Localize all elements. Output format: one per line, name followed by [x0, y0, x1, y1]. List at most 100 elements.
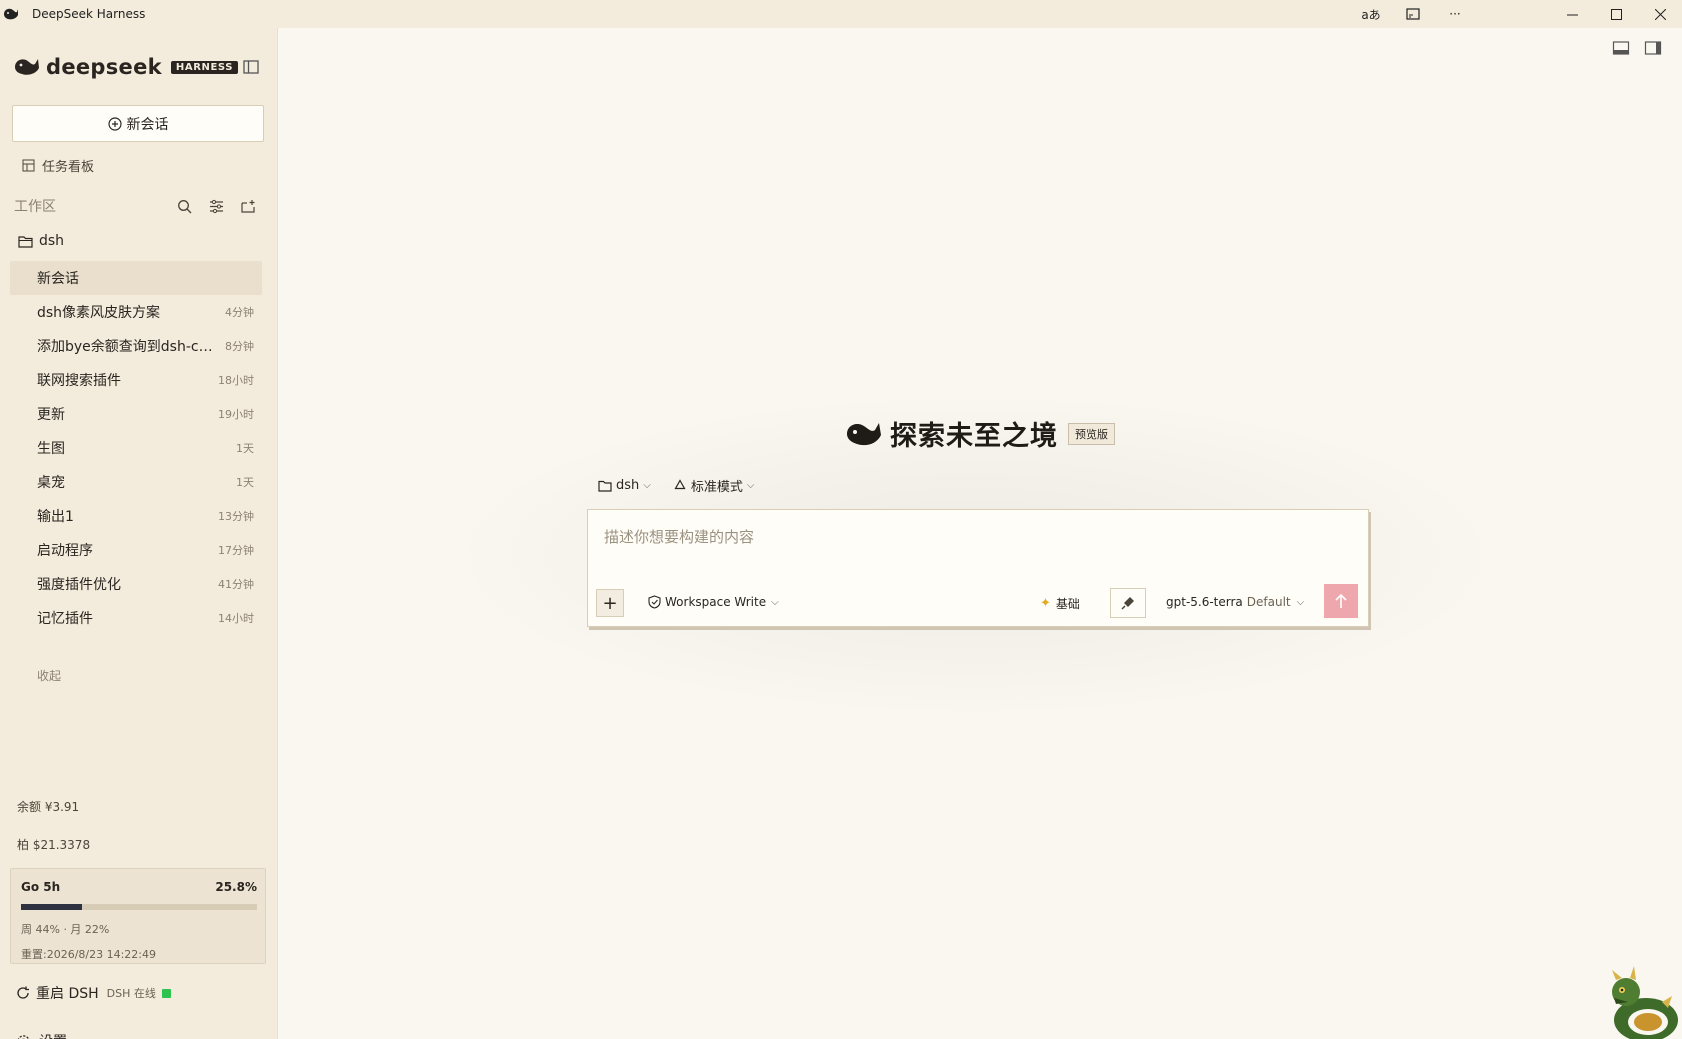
restart-label: 重启 DSH: [36, 986, 99, 1002]
session-item[interactable]: dsh像素风皮肤方案 4分钟: [10, 295, 262, 329]
taskboard-link[interactable]: 任务看板: [22, 156, 94, 175]
usage-reset: 重置:2026/8/23 14:22:49: [21, 948, 157, 961]
session-time: 19小时: [218, 408, 254, 421]
sparkle-icon: ✦: [1040, 596, 1051, 611]
permission-label: Workspace Write: [665, 595, 767, 609]
session-time: 1天: [236, 442, 254, 455]
hero: 探索未至之境 预览版: [846, 414, 1115, 453]
taskboard-label: 任务看板: [42, 160, 95, 175]
cast-icon[interactable]: [1392, 0, 1434, 28]
minimize-button[interactable]: [1550, 0, 1594, 28]
bottom-panel-toggle-icon[interactable]: [1612, 40, 1630, 56]
chevron-down-icon: ⌵: [746, 480, 755, 491]
window-title: DeepSeek Harness: [32, 7, 146, 21]
session-item[interactable]: 输出1 13分钟: [10, 499, 262, 533]
session-time: 41分钟: [218, 578, 254, 591]
title-bar: DeepSeek Harness aあ ···: [0, 0, 1682, 28]
collapse-list-link[interactable]: 收起: [37, 667, 61, 684]
session-time: 8分钟: [225, 340, 254, 353]
mic-button[interactable]: [1110, 588, 1146, 618]
add-attachment-button[interactable]: +: [596, 589, 624, 617]
session-item[interactable]: 更新 19小时: [10, 397, 262, 431]
session-title: 桌宠: [37, 475, 65, 491]
session-time: 13分钟: [218, 510, 254, 523]
session-title: 记忆插件: [37, 611, 93, 627]
more-icon[interactable]: ···: [1434, 0, 1476, 28]
settings-label: 设置: [39, 1031, 67, 1039]
session-item[interactable]: 生图 1天: [10, 431, 262, 465]
session-title: 联网搜索插件: [37, 373, 121, 389]
board-icon: [22, 159, 35, 172]
arrow-up-icon: [1335, 593, 1347, 608]
mode-selector[interactable]: 标准模式 ⌵: [673, 476, 755, 495]
usage-progress-fill: [21, 904, 82, 910]
brand-name: deepseek: [46, 55, 162, 79]
session-time: 4分钟: [225, 306, 254, 319]
session-item[interactable]: 启动程序 17分钟: [10, 533, 262, 567]
settings-button[interactable]: 设置: [16, 1031, 67, 1039]
close-button[interactable]: [1638, 0, 1682, 28]
status-indicator: [161, 988, 171, 998]
new-chat-button[interactable]: 新会话: [12, 105, 264, 142]
prompt-input[interactable]: 描述你想要构建的内容: [604, 526, 754, 547]
session-time: 17分钟: [218, 544, 254, 557]
sidebar: deepseek HARNESS 新会话 任务看板 工作区 dsh 新会话 ds…: [0, 28, 278, 1039]
base-toggle[interactable]: ✦ 基础: [1040, 595, 1080, 612]
session-item[interactable]: 添加bye余额查询到dsh-co… 8分钟: [10, 329, 262, 363]
whale-logo-icon: [847, 422, 881, 445]
session-item[interactable]: 联网搜索插件 18小时: [10, 363, 262, 397]
session-title: dsh像素风皮肤方案: [37, 305, 161, 321]
session-title: 添加bye余额查询到dsh-co…: [37, 339, 219, 355]
hero-title: 探索未至之境: [890, 421, 1058, 452]
preview-badge: 预览版: [1068, 422, 1115, 445]
chevron-down-icon: ⌵: [1296, 596, 1305, 608]
chevron-down-icon: ⌵: [643, 480, 651, 491]
usage-card: Go 5h 25.8% 周 44% · 月 22% 重置:2026/8/23 1…: [10, 868, 266, 964]
workspace-header: 工作区: [14, 194, 264, 218]
permission-selector[interactable]: Workspace Write ⌵: [648, 595, 779, 609]
session-title: 新会话: [37, 271, 79, 287]
dragon-mascot-icon[interactable]: [1606, 962, 1682, 1039]
folder-icon: [598, 480, 612, 492]
usage-percent: 25.8%: [215, 880, 257, 894]
model-selector[interactable]: gpt-5.6-terra Default ⌵: [1166, 595, 1304, 609]
restart-button[interactable]: 重启 DSH DSH 在线: [16, 983, 171, 1003]
search-icon[interactable]: [168, 194, 200, 218]
mode-selector-label: 标准模式: [690, 480, 743, 495]
status-text: DSH 在线: [106, 987, 156, 1000]
session-title: 生图: [37, 441, 65, 457]
maximize-button[interactable]: [1594, 0, 1638, 28]
sidebar-toggle-icon[interactable]: [242, 58, 260, 76]
translate-icon[interactable]: aあ: [1350, 0, 1392, 28]
composer: 描述你想要构建的内容 + Workspace Write ⌵ ✦ 基础 gpt-…: [587, 509, 1369, 627]
gear-icon: [17, 1034, 30, 1039]
filter-icon[interactable]: [200, 194, 232, 218]
model-mode: Default: [1246, 595, 1291, 609]
chevron-down-icon: ⌵: [771, 596, 779, 608]
balance-text: 余额 ¥3.91: [17, 800, 80, 814]
workspace-label: 工作区: [14, 199, 56, 215]
session-title: 启动程序: [37, 543, 93, 559]
workspace-folder[interactable]: dsh: [18, 233, 64, 249]
session-title: 输出1: [37, 509, 74, 525]
session-time: 18小时: [218, 374, 254, 387]
folder-selector[interactable]: dsh ⌵: [598, 478, 651, 493]
app-whale-icon: [2, 5, 20, 23]
recycle-icon: [674, 478, 686, 489]
session-item[interactable]: 记忆插件 14小时: [10, 601, 262, 635]
right-panel-toggle-icon[interactable]: [1644, 40, 1662, 56]
shield-icon: [648, 595, 661, 609]
session-time: 14小时: [218, 612, 254, 625]
session-item[interactable]: 桌宠 1天: [10, 465, 262, 499]
whale-logo-icon: [15, 59, 39, 75]
session-item[interactable]: 新会话: [10, 261, 262, 295]
send-button[interactable]: [1324, 584, 1358, 618]
usage-detail: 周 44% · 月 22%: [21, 923, 110, 936]
brand-badge: HARNESS: [170, 60, 239, 74]
context-row: dsh ⌵ 标准模式 ⌵: [598, 476, 776, 495]
base-label: 基础: [1055, 597, 1080, 611]
new-folder-icon[interactable]: [232, 194, 264, 218]
session-item[interactable]: 强度插件优化 41分钟: [10, 567, 262, 601]
mic-icon: [1121, 597, 1134, 610]
session-list: 新会话 dsh像素风皮肤方案 4分钟 添加bye余额查询到dsh-co… 8分钟…: [10, 261, 262, 635]
